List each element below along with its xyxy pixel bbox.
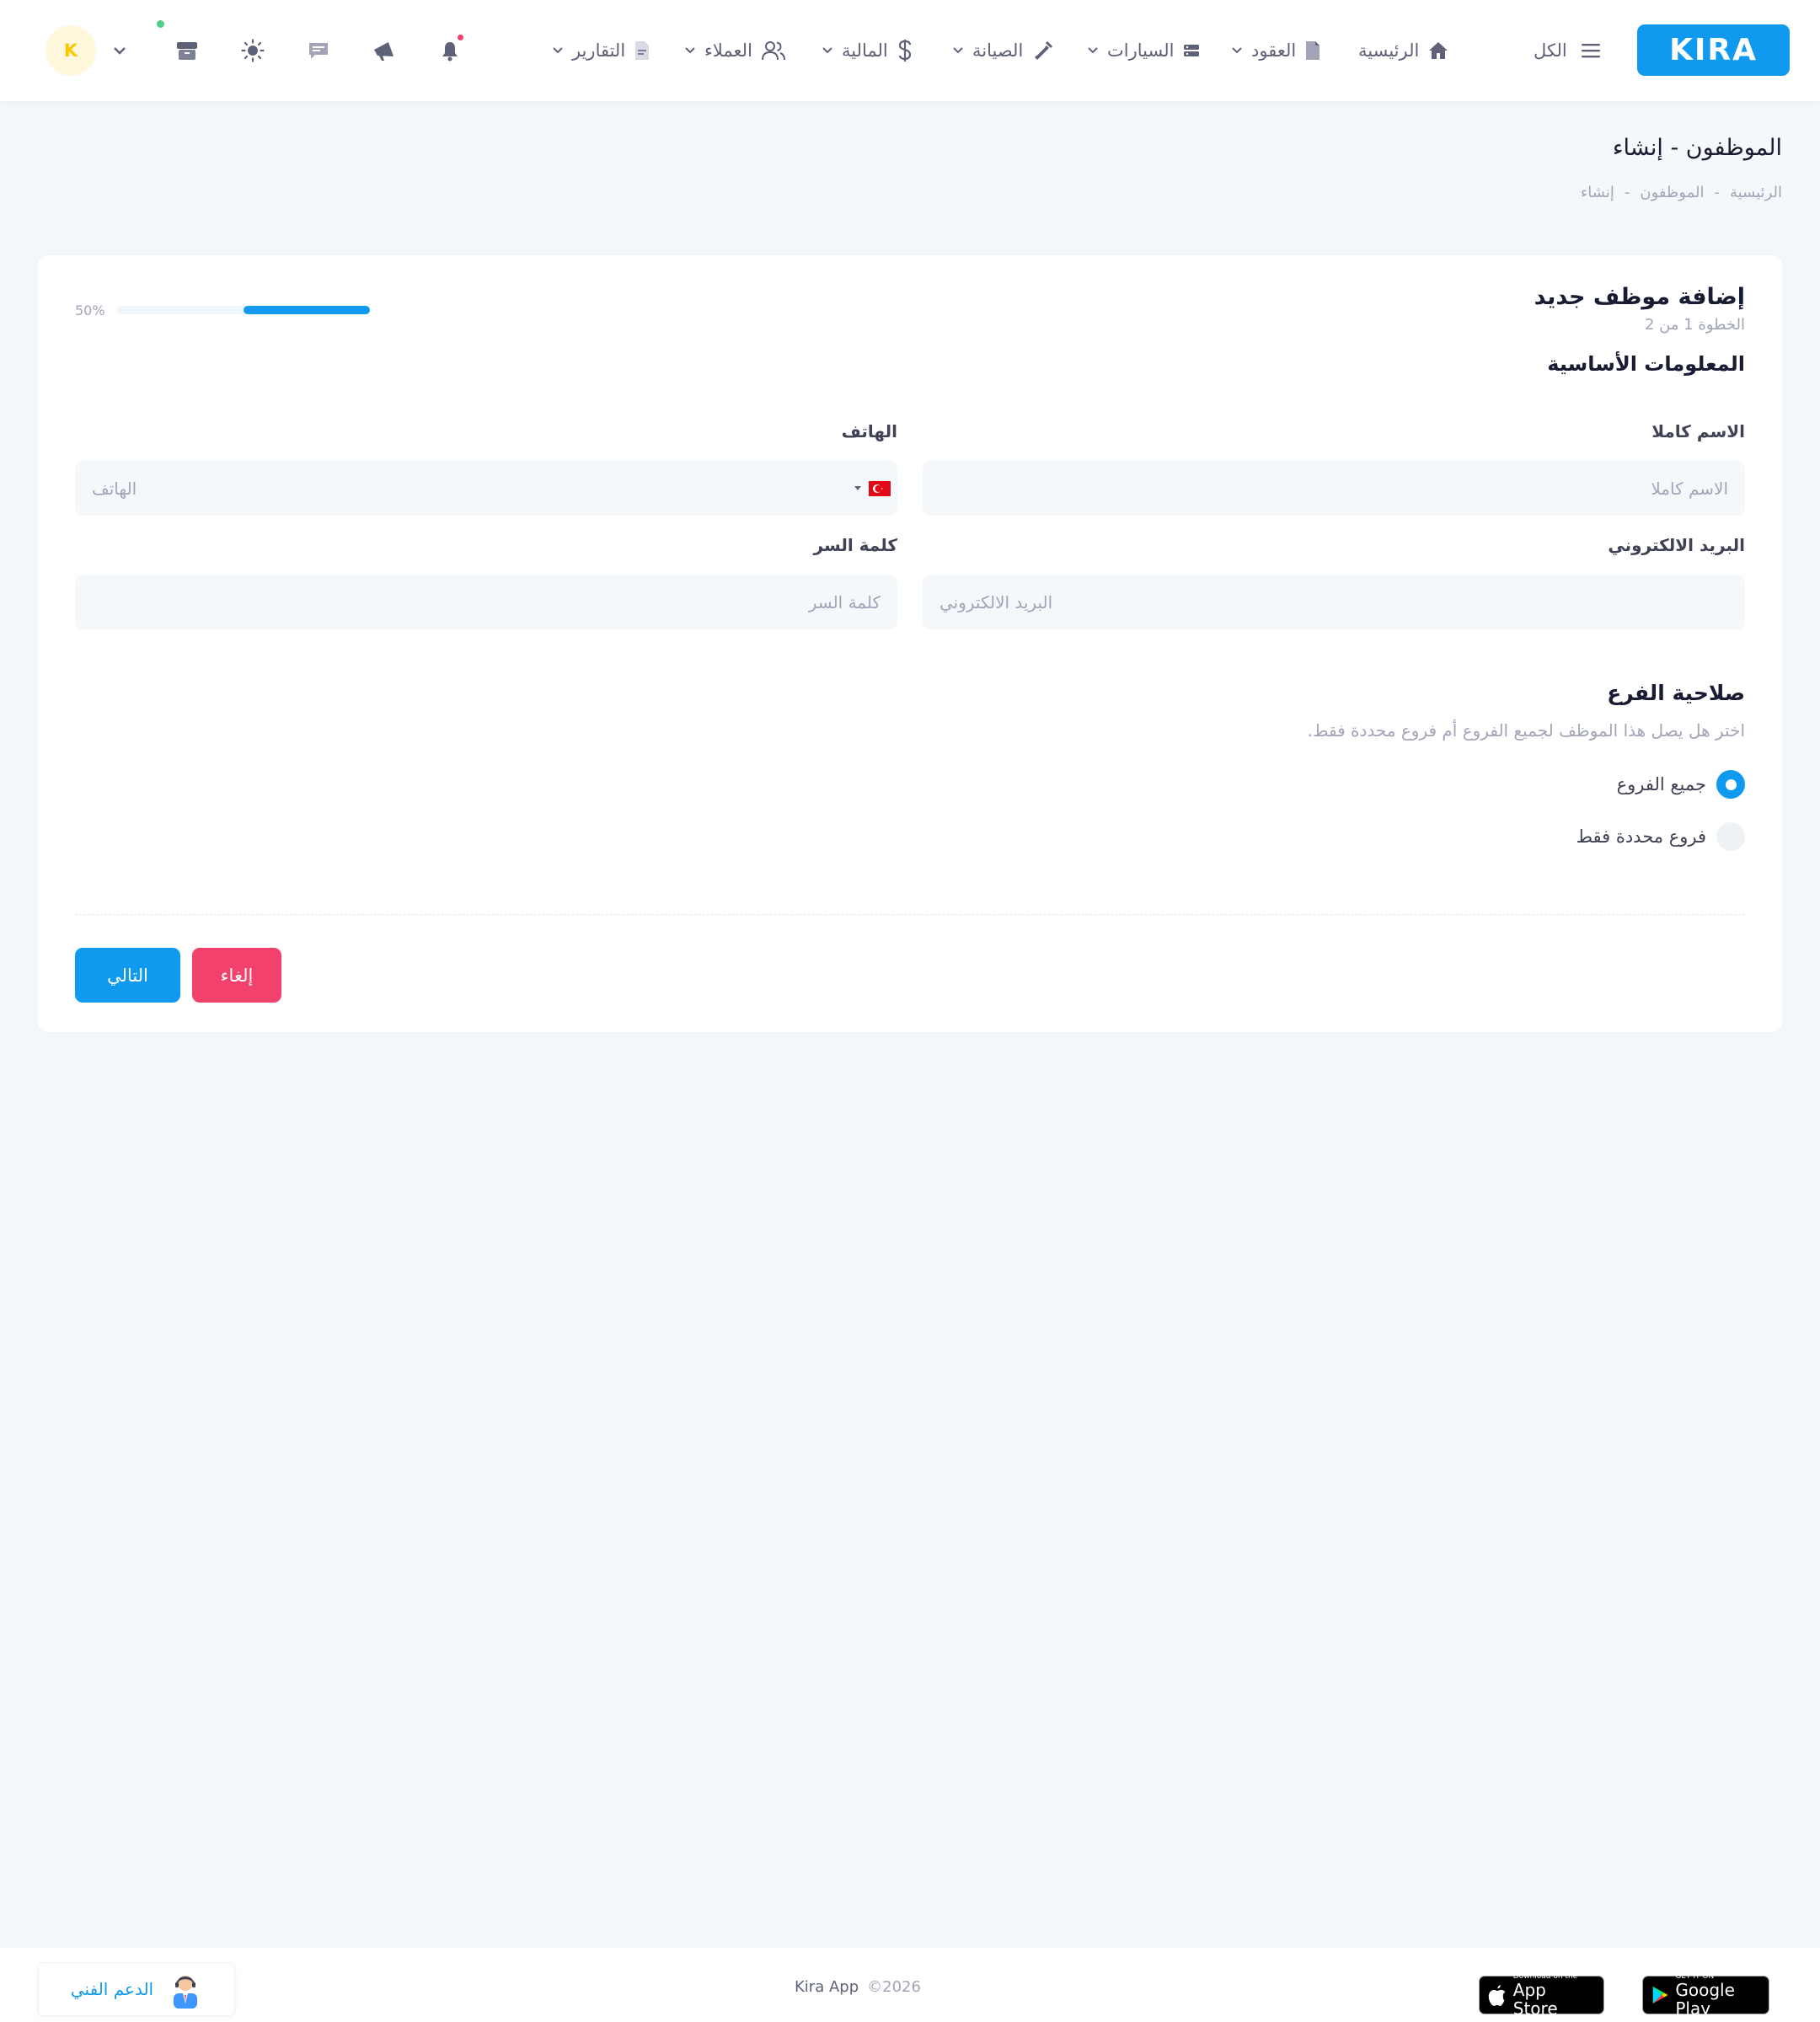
theme-toggle-button[interactable] xyxy=(234,32,271,69)
bell-icon xyxy=(442,42,458,62)
divider xyxy=(75,914,1745,915)
radio-specific-branches[interactable]: فروع محددة فقط xyxy=(1576,821,1745,852)
google-play-big: Google Play xyxy=(1675,1980,1735,2019)
add-employee-card: إضافة موظف جديد الخطوة 1 من 2 50% المعلو… xyxy=(38,255,1782,1032)
kira-logo[interactable]: KIRA xyxy=(1637,24,1790,76)
email-input[interactable] xyxy=(923,575,1745,629)
nav-contracts-label: العقود xyxy=(1251,40,1297,61)
support-button[interactable]: الدعم الفني xyxy=(38,1962,235,2016)
basic-info-title: المعلومات الأساسية xyxy=(1547,352,1745,376)
email-label: البريد الالكتروني xyxy=(1608,535,1745,555)
breadcrumb: الرئيسية - الموظفون - إنشاء xyxy=(1581,184,1782,201)
breadcrumb-item-create: إنشاء xyxy=(1580,184,1614,201)
online-dot xyxy=(157,20,164,28)
branch-permission-title: صلاحية الفرع xyxy=(1607,681,1745,705)
radio-all-branches[interactable]: جميع الفروع xyxy=(1617,769,1745,800)
breadcrumb-separator: - xyxy=(1714,184,1721,201)
password-input[interactable] xyxy=(75,575,897,629)
caret-down-icon xyxy=(854,486,861,490)
megaphone-icon xyxy=(374,42,393,61)
card-title: إضافة موظف جديد xyxy=(1534,284,1745,310)
google-play-icon xyxy=(1652,1986,1668,2004)
step-indicator: الخطوة 1 من 2 xyxy=(1644,316,1745,334)
notifications-button[interactable] xyxy=(431,32,468,69)
box-icon xyxy=(177,42,197,60)
radio-all-branches-label: جميع الفروع xyxy=(1616,774,1706,794)
apps-button[interactable] xyxy=(157,20,206,69)
progress-percent: 50% xyxy=(75,302,105,318)
hamburger-icon xyxy=(1581,44,1600,58)
page-title: الموظفون - إنشاء xyxy=(1612,135,1782,161)
nav-cars-label: السيارات xyxy=(1107,40,1175,61)
nav-reports-label: التقارير xyxy=(572,40,626,61)
nav-home[interactable]: الرئيسية xyxy=(1358,34,1449,67)
nav-cars[interactable]: السيارات xyxy=(1087,34,1201,67)
notification-dot xyxy=(458,35,463,40)
app-store-badge[interactable]: Download on the App Store xyxy=(1479,1972,1604,2018)
announcements-button[interactable] xyxy=(366,32,403,69)
all-menu-toggle[interactable]: الكل xyxy=(1534,34,1601,67)
dollar-icon xyxy=(898,40,911,62)
next-button[interactable]: التالي xyxy=(75,948,180,1003)
support-agent-icon xyxy=(174,1976,198,2009)
nav-finance-label: المالية xyxy=(842,40,888,61)
support-label: الدعم الفني xyxy=(70,1979,154,1999)
copyright-app: Kira App xyxy=(795,1978,859,1996)
server-icon xyxy=(1184,45,1200,56)
sun-icon xyxy=(241,39,265,62)
chevron-down-icon xyxy=(685,47,695,54)
users-icon xyxy=(761,41,785,61)
nav-maintenance-label: الصيانة xyxy=(972,40,1024,61)
chevron-down-icon xyxy=(553,47,563,54)
radio-selected[interactable] xyxy=(1716,770,1745,799)
country-code-select[interactable] xyxy=(854,479,891,498)
radio-specific-branches-label: فروع محددة فقط xyxy=(1576,826,1706,847)
progress: 50% xyxy=(75,301,370,319)
footer: الدعم الفني Kira App ©2026 Download on t… xyxy=(0,1948,1820,2022)
nav-maintenance[interactable]: الصيانة xyxy=(952,34,1053,67)
apple-icon xyxy=(1488,1985,1506,2006)
messages-button[interactable] xyxy=(300,32,337,69)
radio-unselected[interactable] xyxy=(1716,822,1745,851)
breadcrumb-separator: - xyxy=(1624,184,1630,201)
nav-clients[interactable]: العملاء xyxy=(684,34,786,67)
nav-contracts[interactable]: العقود xyxy=(1231,34,1321,67)
app-store-big: App Store xyxy=(1512,1980,1558,2019)
nav-finance[interactable]: المالية xyxy=(822,34,913,67)
cancel-button[interactable]: إلغاء xyxy=(192,948,281,1003)
full-name-input[interactable] xyxy=(923,461,1745,516)
breadcrumb-item-employees[interactable]: الموظفون xyxy=(1640,184,1704,201)
password-label: كلمة السر xyxy=(813,535,897,555)
copyright-year: ©2026 xyxy=(867,1978,921,1996)
chevron-down-icon xyxy=(1232,47,1242,54)
copyright: Kira App ©2026 xyxy=(795,1978,921,1996)
progress-track xyxy=(116,306,370,314)
phone-label-wrap: الهاتف xyxy=(75,421,897,441)
nav-home-label: الرئيسية xyxy=(1358,40,1420,61)
all-menu-label: الكل xyxy=(1534,40,1567,61)
chevron-down-icon xyxy=(822,47,832,54)
phone-field xyxy=(75,461,897,516)
phone-label: الهاتف xyxy=(841,421,897,441)
chat-icon xyxy=(309,43,328,59)
user-avatar[interactable]: K xyxy=(46,25,96,76)
nav-reports[interactable]: التقارير xyxy=(552,34,650,67)
top-header: KIRA الكل الرئيسية العقود السيارات الصيا… xyxy=(0,0,1820,101)
full-name-label: الاسم كاملا xyxy=(1651,421,1745,441)
report-icon xyxy=(635,41,650,60)
google-play-badge[interactable]: GET IT ON Google Play xyxy=(1642,1972,1769,2018)
document-icon xyxy=(1306,41,1320,60)
home-icon xyxy=(1429,42,1448,59)
progress-fill xyxy=(243,306,370,314)
turkey-flag-icon xyxy=(869,481,891,496)
phone-input[interactable] xyxy=(75,461,897,516)
chevron-down-icon xyxy=(953,47,963,54)
tools-icon xyxy=(1035,40,1053,60)
chevron-down-icon[interactable] xyxy=(111,39,128,62)
chevron-down-icon xyxy=(1088,47,1098,54)
nav-clients-label: العملاء xyxy=(704,40,752,61)
breadcrumb-item-home[interactable]: الرئيسية xyxy=(1730,184,1782,201)
branch-permission-description: اختر هل يصل هذا الموظف لجميع الفروع أم ف… xyxy=(1307,720,1745,741)
